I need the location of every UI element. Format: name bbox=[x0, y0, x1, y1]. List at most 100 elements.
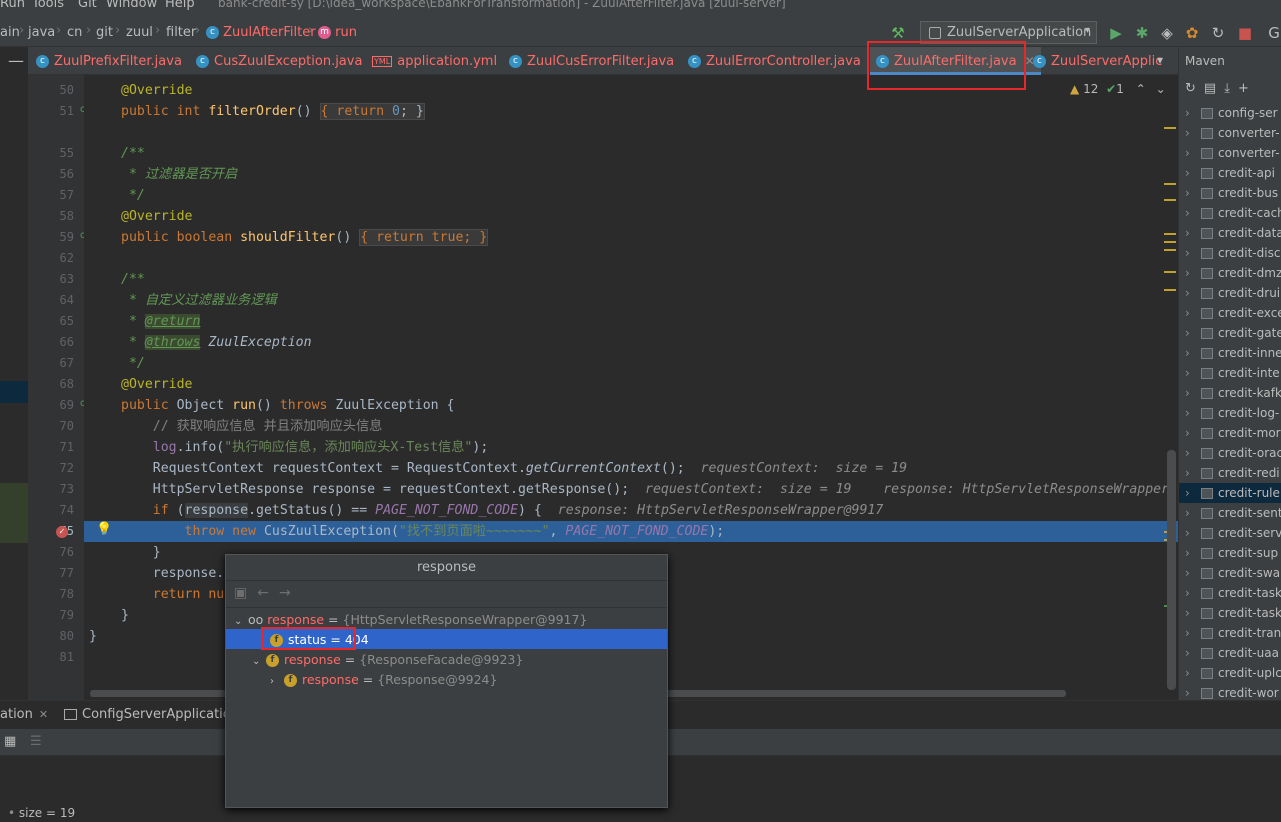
lightbulb-icon[interactable]: 💡 bbox=[96, 522, 112, 537]
maven-project-item[interactable]: › credit-sup bbox=[1179, 543, 1281, 563]
generate-sources-icon[interactable]: ▤ bbox=[1204, 81, 1224, 96]
tab-label: ZuulPrefixFilter.java bbox=[54, 54, 182, 69]
debug-tab[interactable]: ation ✕ bbox=[0, 707, 48, 722]
maven-project-item[interactable]: › credit-cach bbox=[1179, 203, 1281, 223]
line-number: 56 bbox=[59, 167, 74, 181]
maven-project-item[interactable]: › converter- bbox=[1179, 143, 1281, 163]
warning-marker[interactable] bbox=[1164, 233, 1176, 235]
module-icon bbox=[1201, 148, 1213, 159]
code-token: ); bbox=[708, 524, 725, 539]
tab-zuul-server-application[interactable]: c ZuulServerApplic bbox=[1033, 47, 1162, 75]
tree-row-response-inner[interactable]: › f response = {Response@9924} bbox=[226, 669, 667, 689]
menu-window[interactable]: Window bbox=[106, 0, 157, 11]
maven-project-item[interactable]: › credit-data bbox=[1179, 223, 1281, 243]
tab-zuul-cus-error-filter[interactable]: c ZuulCusErrorFilter.java bbox=[509, 47, 674, 75]
chevron-up-icon[interactable]: ⌃ bbox=[1136, 82, 1146, 96]
maven-project-label: credit-kafk bbox=[1218, 386, 1281, 400]
warning-marker[interactable] bbox=[1164, 289, 1176, 291]
download-icon[interactable]: ⤓ bbox=[1224, 81, 1238, 96]
debug-tab-config-server[interactable]: ConfigServerApplication bbox=[64, 707, 239, 722]
breadcrumb-item[interactable]: cn bbox=[67, 25, 82, 40]
chevron-right-icon: › bbox=[19, 23, 25, 38]
menu-run[interactable]: Run bbox=[0, 0, 25, 11]
var-name: response bbox=[267, 612, 325, 627]
warning-marker[interactable] bbox=[1164, 241, 1176, 243]
chevron-down-icon[interactable]: ⌄ bbox=[252, 656, 266, 667]
maven-project-item[interactable]: › credit-drui bbox=[1179, 283, 1281, 303]
warning-marker[interactable] bbox=[1164, 271, 1176, 273]
menu-help[interactable]: Help bbox=[165, 0, 195, 11]
layout-icon[interactable]: ☰ bbox=[30, 734, 42, 749]
refresh-icon[interactable]: ↻ bbox=[1185, 81, 1204, 96]
maven-project-item[interactable]: › credit-uplc bbox=[1179, 663, 1281, 683]
run-icon[interactable]: ▶ bbox=[1108, 25, 1124, 41]
code-line: @Override bbox=[84, 374, 1178, 395]
vertical-scrollbar[interactable] bbox=[1167, 450, 1176, 690]
warning-marker[interactable] bbox=[1164, 127, 1176, 129]
build-hammer-icon[interactable]: ⚒ bbox=[890, 25, 906, 41]
git-icon[interactable]: G bbox=[1266, 25, 1281, 41]
maven-project-item[interactable]: › credit-bus bbox=[1179, 183, 1281, 203]
variable-inspector-popup[interactable]: response ▣←→ ⌄ oo response = {HttpServletR… bbox=[225, 554, 668, 808]
maven-project-item[interactable]: › credit-mor bbox=[1179, 423, 1281, 443]
maven-project-item[interactable]: › credit-sent bbox=[1179, 503, 1281, 523]
inspection-widget[interactable]: ▲ 12 ✔1 ⌃ ⌄ bbox=[1070, 82, 1166, 96]
maven-project-item[interactable]: › credit-kafk bbox=[1179, 383, 1281, 403]
maven-project-item[interactable]: › credit-rule bbox=[1179, 483, 1281, 503]
maven-project-item[interactable]: › credit-api bbox=[1179, 163, 1281, 183]
coverage-icon[interactable]: ◈ bbox=[1159, 25, 1175, 41]
table-icon[interactable]: ▦ bbox=[4, 734, 16, 749]
breadcrumb-item[interactable]: ain bbox=[0, 25, 20, 40]
maven-project-item[interactable]: › credit-tran bbox=[1179, 623, 1281, 643]
maven-project-item[interactable]: › credit-inne bbox=[1179, 343, 1281, 363]
breadcrumb-item[interactable]: java bbox=[28, 25, 55, 40]
maven-project-item[interactable]: › credit-swa bbox=[1179, 563, 1281, 583]
profile-icon[interactable]: ✿ bbox=[1184, 25, 1200, 41]
back-arrow-icon[interactable]: ← bbox=[257, 585, 279, 601]
warning-marker[interactable] bbox=[1164, 183, 1176, 185]
warning-marker[interactable] bbox=[1164, 199, 1176, 201]
chevron-down-icon[interactable]: ▾ bbox=[1157, 53, 1163, 67]
breadcrumb-item[interactable]: filter bbox=[166, 25, 196, 40]
debug-icon[interactable]: ✱ bbox=[1134, 25, 1150, 41]
forward-arrow-icon[interactable]: → bbox=[279, 585, 301, 601]
tab-cus-zuul-exception[interactable]: c CusZuulException.java bbox=[196, 47, 362, 75]
tree-row-response-facade[interactable]: ⌄ f response = {ResponseFacade@9923} bbox=[226, 649, 667, 669]
collapse-icon[interactable]: — bbox=[8, 51, 24, 70]
add-icon[interactable]: + bbox=[1238, 81, 1257, 96]
breadcrumb-method[interactable]: m run bbox=[318, 25, 357, 40]
maven-project-item[interactable]: › credit-redi bbox=[1179, 463, 1281, 483]
breadcrumb-item[interactable]: git bbox=[96, 25, 113, 40]
maven-project-item[interactable]: › credit-uaa bbox=[1179, 643, 1281, 663]
warning-marker[interactable] bbox=[1164, 249, 1176, 251]
maven-project-item[interactable]: › converter- bbox=[1179, 123, 1281, 143]
maven-project-item[interactable]: › credit-task bbox=[1179, 603, 1281, 623]
maven-project-item[interactable]: › credit-orac bbox=[1179, 443, 1281, 463]
chevron-down-icon[interactable]: ⌄ bbox=[234, 616, 248, 627]
chevron-right-icon[interactable]: › bbox=[270, 676, 284, 687]
maven-project-item[interactable]: › credit-task bbox=[1179, 583, 1281, 603]
stop-icon[interactable]: ■ bbox=[1237, 25, 1253, 41]
tab-zuul-error-controller[interactable]: c ZuulErrorController.java bbox=[688, 47, 861, 75]
breadcrumb-class[interactable]: c ZuulAfterFilter bbox=[206, 25, 316, 40]
code-line: public int filterOrder() { return 0; } bbox=[84, 101, 1178, 122]
maven-project-item[interactable]: › credit-log- bbox=[1179, 403, 1281, 423]
maven-project-item[interactable]: › credit-serv bbox=[1179, 523, 1281, 543]
menu-tools[interactable]: Tools bbox=[32, 0, 64, 11]
breakpoint-icon[interactable]: ✓ bbox=[56, 526, 68, 538]
maven-project-item[interactable]: › credit-inte bbox=[1179, 363, 1281, 383]
maven-project-item[interactable]: › credit-exce bbox=[1179, 303, 1281, 323]
tab-zuul-prefix-filter[interactable]: c ZuulPrefixFilter.java bbox=[36, 47, 182, 75]
breadcrumb-item[interactable]: zuul bbox=[126, 25, 153, 40]
menu-git[interactable]: Git bbox=[78, 0, 97, 11]
close-icon[interactable]: ✕ bbox=[39, 708, 48, 721]
add-to-watches-icon[interactable]: ▣ bbox=[234, 585, 257, 601]
tree-row-response[interactable]: ⌄ oo response = {HttpServletResponseWrappe… bbox=[226, 609, 667, 629]
attach-icon[interactable]: ↻ bbox=[1210, 25, 1226, 41]
maven-project-item[interactable]: › credit-gate bbox=[1179, 323, 1281, 343]
code-token: , bbox=[549, 524, 566, 539]
maven-project-item[interactable]: › credit-dmz bbox=[1179, 263, 1281, 283]
tab-application-yml[interactable]: YML application.yml bbox=[372, 47, 497, 75]
maven-project-item[interactable]: › credit-disc bbox=[1179, 243, 1281, 263]
maven-project-item[interactable]: › config-ser bbox=[1179, 103, 1281, 123]
